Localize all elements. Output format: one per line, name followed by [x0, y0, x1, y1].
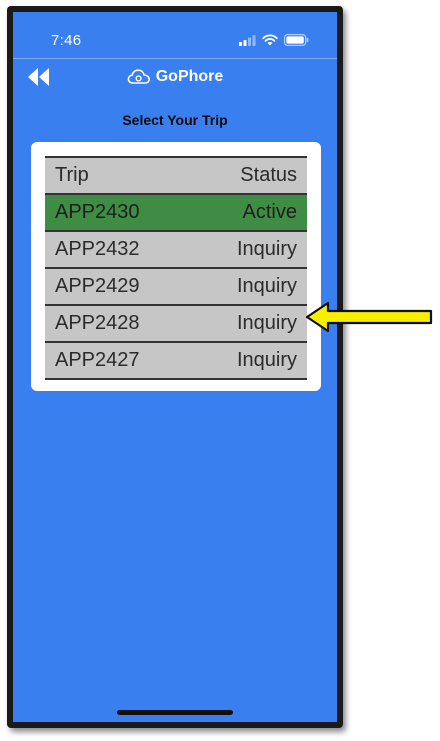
- battery-icon: [284, 34, 309, 46]
- brand-logo: GoPhore: [13, 68, 337, 86]
- table-header: Trip Status: [45, 158, 307, 195]
- status-time: 7:46: [51, 32, 82, 49]
- trip-card: Trip Status APP2430 Active APP2432 Inqui…: [31, 142, 321, 391]
- wifi-icon: [262, 34, 278, 46]
- trip-status: Inquiry: [236, 275, 297, 297]
- trip-row-app2430[interactable]: APP2430 Active: [45, 195, 307, 232]
- trip-id: APP2432: [55, 238, 140, 260]
- app-screen: 7:46 GoPhore Select Your Trip Trip Statu…: [13, 12, 337, 722]
- trip-status: Inquiry: [236, 349, 297, 371]
- trip-row-app2428[interactable]: APP2428 Inquiry: [45, 306, 307, 343]
- trip-id: APP2427: [55, 349, 140, 371]
- status-icons: [239, 34, 309, 46]
- trip-row-app2432[interactable]: APP2432 Inquiry: [45, 232, 307, 269]
- column-header-trip: Trip: [55, 164, 89, 186]
- page-title: Select Your Trip: [122, 112, 228, 128]
- phone-frame: 7:46 GoPhore Select Your Trip Trip Statu…: [7, 6, 343, 728]
- brand-name: GoPhore: [155, 68, 224, 85]
- cellular-signal-icon: [239, 34, 256, 46]
- trip-row-app2429[interactable]: APP2429 Inquiry: [45, 269, 307, 306]
- trip-id: APP2429: [55, 275, 140, 297]
- trip-id: APP2430: [55, 201, 140, 223]
- trip-row-app2427[interactable]: APP2427 Inquiry: [45, 343, 307, 380]
- cloud-icon: [127, 69, 150, 84]
- yellow-arrow-pointer-icon: [305, 301, 433, 333]
- stage: 7:46 GoPhore Select Your Trip Trip Statu…: [0, 0, 440, 741]
- trip-status: Inquiry: [236, 238, 297, 260]
- home-indicator: [117, 710, 233, 715]
- trip-table: Trip Status APP2430 Active APP2432 Inqui…: [45, 156, 307, 380]
- nav-bar: GoPhore: [13, 59, 337, 99]
- status-bar: 7:46: [13, 12, 337, 58]
- column-header-status: Status: [240, 164, 297, 186]
- trip-id: APP2428: [55, 312, 140, 334]
- trip-status: Active: [242, 201, 297, 223]
- trip-status: Inquiry: [236, 312, 297, 334]
